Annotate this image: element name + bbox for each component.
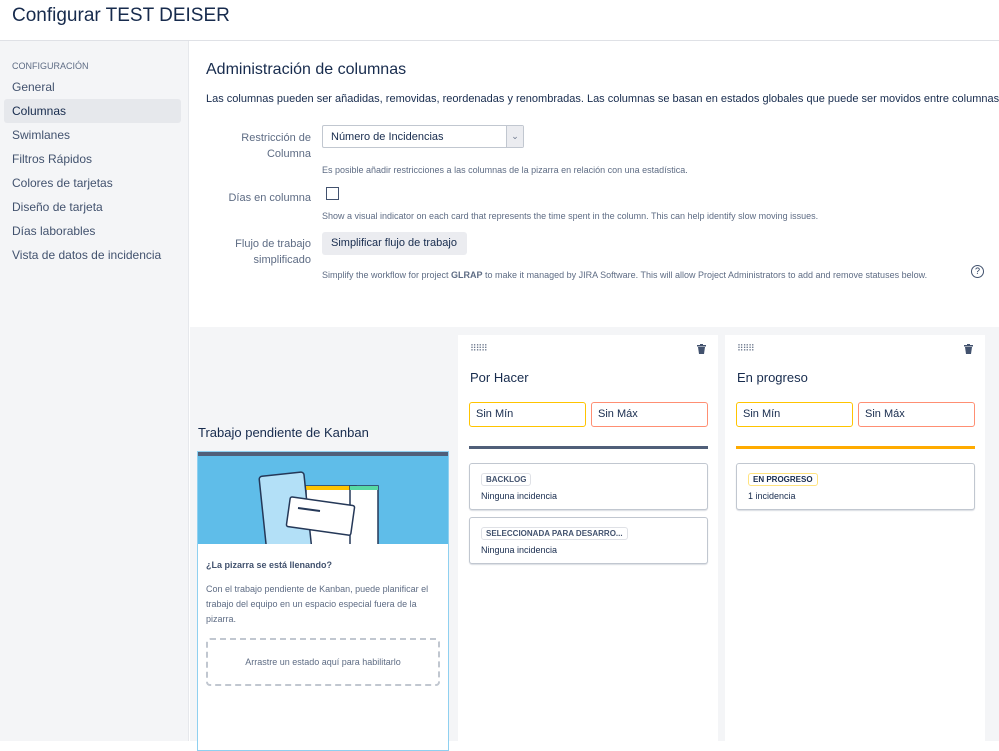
sidebar-item-vista[interactable]: Vista de datos de incidencia <box>4 243 181 267</box>
section-title: Administración de columnas <box>206 61 407 78</box>
workflow-help-post: to make it managed by JIRA Software. Thi… <box>482 270 928 280</box>
sidebar-item-columnas[interactable]: Columnas <box>4 99 181 123</box>
backlog-title: Trabajo pendiente de Kanban <box>198 425 369 440</box>
intro-text: Las columnas pueden ser añadidas, removi… <box>206 93 999 105</box>
column-name[interactable]: Por Hacer <box>470 370 529 385</box>
trash-icon[interactable] <box>697 344 706 354</box>
backlog-text: Con el trabajo pendiente de Kanban, pued… <box>206 584 429 624</box>
page-title: Configurar TEST DEISER <box>12 5 230 26</box>
max-input[interactable]: Sin Máx <box>858 402 975 427</box>
page-header: Configurar TEST DEISER <box>0 0 999 41</box>
workflow-help-pre: Simplify the workflow for project <box>322 270 452 280</box>
status-lozenge: BACKLOG <box>481 473 532 486</box>
drag-handle-icon[interactable]: ⠿⠿⠿ <box>737 343 755 354</box>
sidebar-item-dias[interactable]: Días laborables <box>4 219 181 243</box>
days-checkbox[interactable] <box>326 187 339 200</box>
restriction-label: Restricción de Columna <box>241 132 311 160</box>
sidebar-caption: CONFIGURACIÓN <box>12 61 89 71</box>
restriction-value: Número de Incidencias <box>331 131 444 143</box>
column-name[interactable]: En progreso <box>737 370 808 385</box>
columns-board: Trabajo pendiente de Kanban ¿La pizarra … <box>190 327 999 751</box>
simplify-workflow-button[interactable]: Simplificar flujo de trabajo <box>322 232 467 255</box>
sidebar: CONFIGURACIÓN General Columnas Swimlanes… <box>0 41 189 741</box>
column-color-bar <box>736 446 975 449</box>
board-illustration <box>198 452 448 544</box>
min-input[interactable]: Sin Mín <box>469 402 586 427</box>
issue-count: Ninguna incidencia <box>481 545 558 555</box>
status-card[interactable]: EN PROGRESO 1 incidencia <box>736 463 975 510</box>
sidebar-item-colores[interactable]: Colores de tarjetas <box>4 171 181 195</box>
backlog-panel: ¿La pizarra se está llenando? Con el tra… <box>197 451 449 751</box>
restriction-help: Es posible añadir restricciones a las co… <box>322 165 688 175</box>
backlog-question: ¿La pizarra se está llenando? <box>206 560 333 570</box>
status-card[interactable]: SELECCIONADA PARA DESARRO... Ninguna inci… <box>469 517 708 564</box>
trash-icon[interactable] <box>964 344 973 354</box>
project-key: GLRAP <box>451 270 483 280</box>
sidebar-item-general[interactable]: General <box>4 75 181 99</box>
workflow-label: Flujo de trabajo simplificado <box>235 238 311 266</box>
issue-count: 1 incidencia <box>748 491 796 501</box>
sidebar-item-filtros[interactable]: Filtros Rápidos <box>4 147 181 171</box>
column-por-hacer[interactable]: ⠿⠿⠿ Por Hacer Sin Mín Sin Máx BACKLOG Nin… <box>458 335 718 741</box>
backlog-drop-zone[interactable]: Arrastre un estado aquí para habilitarlo <box>206 638 440 686</box>
sidebar-item-swimlanes[interactable]: Swimlanes <box>4 123 181 147</box>
days-label: Días en columna <box>228 192 311 204</box>
status-lozenge: SELECCIONADA PARA DESARRO... <box>481 527 628 540</box>
column-color-bar <box>469 446 708 449</box>
min-input[interactable]: Sin Mín <box>736 402 853 427</box>
column-settings: Administración de columnas Las columnas … <box>190 41 999 327</box>
workflow-help: Simplify the workflow for project GLRAP … <box>322 270 927 280</box>
status-card[interactable]: BACKLOG Ninguna incidencia <box>469 463 708 510</box>
sidebar-item-diseno[interactable]: Diseño de tarjeta <box>4 195 181 219</box>
days-help: Show a visual indicator on each card tha… <box>322 211 819 221</box>
restriction-select[interactable]: Número de Incidencias ⌄ <box>322 125 524 148</box>
drag-handle-icon[interactable]: ⠿⠿⠿ <box>470 343 488 354</box>
max-input[interactable]: Sin Máx <box>591 402 708 427</box>
issue-count: Ninguna incidencia <box>481 491 558 501</box>
help-icon[interactable]: ? <box>971 265 984 278</box>
chevron-down-icon: ⌄ <box>506 126 523 147</box>
status-lozenge: EN PROGRESO <box>748 473 818 486</box>
column-en-progreso[interactable]: ⠿⠿⠿ En progreso Sin Mín Sin Máx EN PROGR… <box>725 335 985 741</box>
